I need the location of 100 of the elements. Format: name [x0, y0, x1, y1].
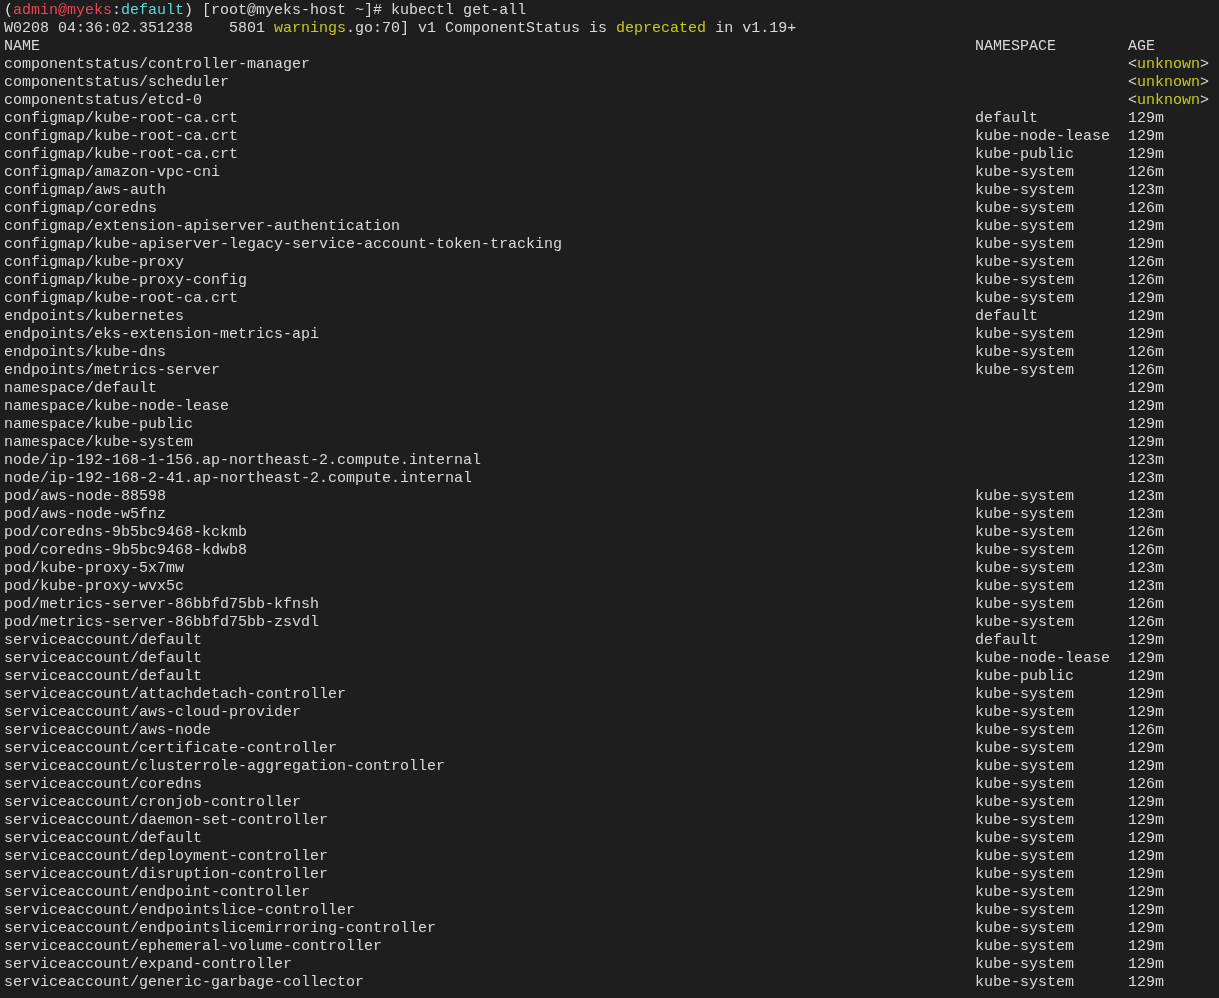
namespace-cell: kube-system	[975, 938, 1075, 956]
age-cell: 129m	[1128, 632, 1164, 650]
namespace-cell: kube-system	[975, 362, 1075, 380]
age-cell: 129m	[1128, 956, 1164, 974]
namespace-cell: kube-system	[975, 272, 1075, 290]
namespace-cell: kube-system	[975, 326, 1075, 344]
resource-name: serviceaccount/certificate-controller	[4, 740, 338, 758]
age-cell: 126m	[1128, 596, 1164, 614]
namespace-cell: kube-system	[975, 254, 1075, 272]
name-column-header: NAME	[4, 38, 40, 56]
age-cell: 126m	[1128, 776, 1164, 794]
namespace-cell: kube-system	[975, 578, 1075, 596]
age-cell: 129m	[1128, 308, 1164, 326]
resource-name: pod/aws-node-88598	[4, 488, 167, 506]
namespace-cell: kube-system	[975, 344, 1075, 362]
resource-name: namespace/kube-node-lease	[4, 398, 230, 416]
age-cell: 129m	[1128, 884, 1164, 902]
resource-name: configmap/kube-root-ca.crt	[4, 128, 239, 146]
resource-name: pod/aws-node-w5fnz	[4, 506, 167, 524]
age-cell: 123m	[1128, 506, 1164, 524]
resource-name: pod/kube-proxy-wvx5c	[4, 578, 185, 596]
namespace-cell: kube-system	[975, 236, 1075, 254]
namespace-cell: default	[975, 110, 1038, 128]
resource-name: serviceaccount/coredns	[4, 776, 203, 794]
age-cell: 129m	[1128, 128, 1164, 146]
age-cell: 129m	[1128, 830, 1164, 848]
namespace-cell: kube-system	[975, 200, 1075, 218]
namespace-cell: kube-system	[975, 974, 1075, 992]
namespace-cell: kube-system	[975, 182, 1075, 200]
age-cell: 126m	[1128, 254, 1164, 272]
resource-name: serviceaccount/endpointslice-controller	[4, 902, 356, 920]
resource-name: serviceaccount/clusterrole-aggregation-controller	[4, 758, 446, 776]
resource-name: endpoints/metrics-server	[4, 362, 221, 380]
resource-name: node/ip-192-168-1-156.ap-northeast-2.compute.internal	[4, 452, 482, 470]
resource-name: componentstatus/scheduler	[4, 74, 230, 92]
resource-name: namespace/default	[4, 380, 158, 398]
age-cell: 129m	[1128, 380, 1164, 398]
age-cell: 126m	[1128, 524, 1164, 542]
age-cell: 129m	[1128, 236, 1164, 254]
namespace-column-header: NAMESPACE	[975, 38, 1056, 56]
namespace-cell: kube-system	[975, 560, 1075, 578]
resource-name: configmap/kube-root-ca.crt	[4, 290, 239, 308]
resource-name: serviceaccount/default	[4, 650, 203, 668]
age-cell: 129m	[1128, 920, 1164, 938]
namespace-cell: kube-system	[975, 164, 1075, 182]
resource-name: namespace/kube-public	[4, 416, 194, 434]
age-cell: 129m	[1128, 650, 1164, 668]
namespace-cell: kube-system	[975, 740, 1075, 758]
age-cell: 129m	[1128, 398, 1164, 416]
resource-name: serviceaccount/generic-garbage-collector	[4, 974, 365, 992]
namespace-cell: kube-node-lease	[975, 650, 1111, 668]
age-cell: 129m	[1128, 686, 1164, 704]
resource-name: node/ip-192-168-2-41.ap-northeast-2.compute.internal	[4, 470, 473, 488]
warning-line: W0208 04:36:02.351238 5801 warnings.go:70] v1 ComponentStatus is deprecated in v1.19+	[4, 20, 798, 38]
age-cell: <unknown>	[1128, 92, 1210, 110]
age-cell: 129m	[1128, 326, 1164, 344]
age-cell: 123m	[1128, 470, 1164, 488]
age-cell: 129m	[1128, 848, 1164, 866]
namespace-cell: kube-system	[975, 920, 1075, 938]
namespace-cell: kube-node-lease	[975, 128, 1111, 146]
age-cell: 126m	[1128, 362, 1164, 380]
resource-name: configmap/extension-apiserver-authentication	[4, 218, 401, 236]
resource-name: serviceaccount/daemon-set-controller	[4, 812, 329, 830]
age-cell: 123m	[1128, 182, 1164, 200]
age-cell: 129m	[1128, 812, 1164, 830]
namespace-cell: kube-system	[975, 956, 1075, 974]
namespace-cell: kube-system	[975, 290, 1075, 308]
age-cell: 123m	[1128, 578, 1164, 596]
resource-name: configmap/coredns	[4, 200, 158, 218]
age-cell: 126m	[1128, 200, 1164, 218]
age-cell: 126m	[1128, 272, 1164, 290]
resource-name: pod/kube-proxy-5x7mw	[4, 560, 185, 578]
namespace-cell: kube-public	[975, 668, 1075, 686]
resource-name: pod/coredns-9b5bc9468-kckmb	[4, 524, 248, 542]
resource-name: endpoints/eks-extension-metrics-api	[4, 326, 320, 344]
namespace-cell: kube-system	[975, 506, 1075, 524]
resource-name: serviceaccount/default	[4, 668, 203, 686]
namespace-cell: kube-system	[975, 524, 1075, 542]
resource-name: configmap/kube-proxy-config	[4, 272, 248, 290]
resource-name: pod/metrics-server-86bbfd75bb-kfnsh	[4, 596, 320, 614]
age-cell: 126m	[1128, 344, 1164, 362]
age-cell: 129m	[1128, 866, 1164, 884]
age-cell: 129m	[1128, 938, 1164, 956]
namespace-cell: kube-system	[975, 902, 1075, 920]
age-cell: 129m	[1128, 668, 1164, 686]
resource-name: namespace/kube-system	[4, 434, 194, 452]
namespace-cell: kube-system	[975, 218, 1075, 236]
resource-name: pod/metrics-server-86bbfd75bb-zsvdl	[4, 614, 320, 632]
resource-name: serviceaccount/disruption-controller	[4, 866, 329, 884]
namespace-cell: kube-system	[975, 686, 1075, 704]
namespace-cell: default	[975, 632, 1038, 650]
namespace-cell: kube-system	[975, 596, 1075, 614]
namespace-cell: kube-system	[975, 614, 1075, 632]
resource-name: pod/coredns-9b5bc9468-kdwb8	[4, 542, 248, 560]
age-cell: <unknown>	[1128, 56, 1210, 74]
resource-name: componentstatus/etcd-0	[4, 92, 203, 110]
age-cell: 126m	[1128, 722, 1164, 740]
namespace-cell: kube-system	[975, 812, 1075, 830]
resource-name: serviceaccount/aws-cloud-provider	[4, 704, 302, 722]
resource-name: serviceaccount/ephemeral-volume-controller	[4, 938, 383, 956]
